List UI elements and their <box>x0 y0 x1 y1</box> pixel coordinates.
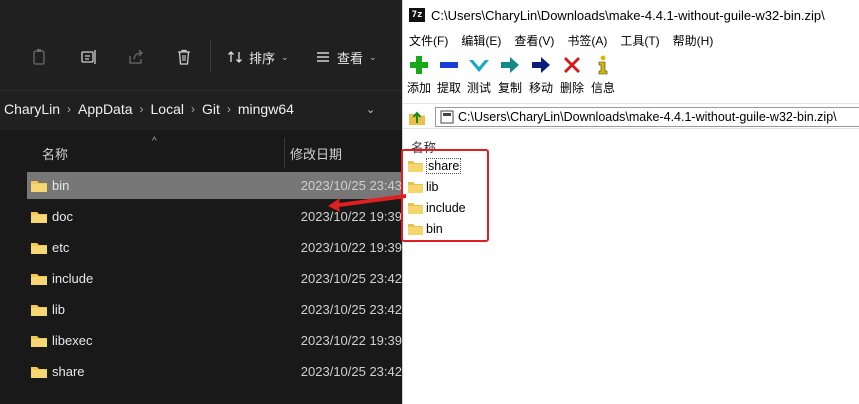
info-icon <box>598 55 608 75</box>
info-label: 信息 <box>590 81 615 95</box>
file-name: libexec <box>52 333 93 348</box>
plus-icon <box>410 56 428 74</box>
column-divider[interactable] <box>284 138 285 168</box>
file-row-etc[interactable]: etc 2023/10/22 19:39 <box>27 234 402 261</box>
copy-button[interactable]: 复制 <box>495 54 525 96</box>
delete-label: 删除 <box>559 81 584 95</box>
delete-button[interactable]: 删除 <box>557 54 587 96</box>
file-name: share <box>52 364 85 379</box>
add-button[interactable]: 添加 <box>404 54 434 96</box>
file-date: 2023/10/25 23:42 <box>300 271 402 286</box>
menu-bar: 文件(F) 编辑(E) 查看(V) 书签(A) 工具(T) 帮助(H) <box>403 30 859 50</box>
sevenzip-title-bar[interactable]: 7z C:\Users\CharyLin\Downloads\make-4.4.… <box>403 0 859 30</box>
path-text: C:\Users\CharyLin\Downloads\make-4.4.1-w… <box>458 110 837 124</box>
sort-icon <box>228 51 242 63</box>
sevenzip-toolbar: 添加 提取 测试 复制 移动 删除 信息 <box>403 54 859 100</box>
breadcrumb-item[interactable]: CharyLin <box>4 101 60 117</box>
path-input[interactable]: C:\Users\CharyLin\Downloads\make-4.4.1-w… <box>435 107 859 127</box>
column-header-name[interactable]: 名称 <box>42 144 68 163</box>
breadcrumb-separator-icon: › <box>226 102 231 116</box>
file-row-libexec[interactable]: libexec 2023/10/22 19:39 <box>27 327 402 354</box>
menu-file[interactable]: 文件(F) <box>409 32 448 49</box>
chevron-down-icon: ⌄ <box>369 51 377 62</box>
annotation-arrow-icon <box>328 194 406 212</box>
folder-icon <box>30 272 48 286</box>
menu-tools[interactable]: 工具(T) <box>620 32 659 49</box>
folder-icon <box>30 241 48 255</box>
minus-icon <box>440 62 458 68</box>
add-label: 添加 <box>406 81 431 95</box>
info-button[interactable]: 信息 <box>588 54 618 96</box>
breadcrumb-item[interactable]: Local <box>151 101 184 117</box>
explorer-command-bar: 排序 ⌄ 查看 ⌄ <box>0 0 402 90</box>
breadcrumb-item[interactable]: AppData <box>78 101 132 117</box>
toolbar-divider <box>210 40 211 72</box>
file-date: 2023/10/25 23:42 <box>300 364 402 379</box>
copy-icon <box>33 49 45 65</box>
folder-icon <box>30 334 48 348</box>
file-name: lib <box>52 302 66 317</box>
menu-bookmarks[interactable]: 书签(A) <box>567 32 607 49</box>
chevron-down-icon: ⌄ <box>281 51 289 62</box>
file-row-lib[interactable]: lib 2023/10/25 23:42 <box>27 296 402 323</box>
copy-arrow-icon <box>501 57 519 73</box>
file-name: bin <box>52 178 70 193</box>
delete-button[interactable] <box>171 44 197 70</box>
file-date: 2023/10/25 23:42 <box>300 302 402 317</box>
folder-icon <box>30 303 48 317</box>
move-label: 移动 <box>528 81 553 95</box>
file-row-include[interactable]: include 2023/10/25 23:42 <box>27 265 402 292</box>
copy-button[interactable] <box>26 44 52 70</box>
breadcrumb-item[interactable]: Git <box>202 101 220 117</box>
file-name: etc <box>52 240 70 255</box>
check-icon <box>469 60 489 72</box>
rename-icon <box>81 50 96 64</box>
folder-icon <box>30 365 48 379</box>
view-label: 查看 <box>337 50 364 66</box>
sort-button[interactable]: 排序 ⌄ <box>227 46 289 68</box>
test-label: 测试 <box>466 81 491 95</box>
breadcrumb-separator-icon: › <box>139 102 144 116</box>
view-icon <box>317 52 329 62</box>
menu-help[interactable]: 帮助(H) <box>673 32 714 49</box>
sort-ascending-icon: ^ <box>152 136 157 147</box>
highlight-box <box>401 149 489 242</box>
x-icon <box>564 57 580 73</box>
trash-icon <box>178 49 190 65</box>
sevenzip-logo-icon: 7z <box>409 8 425 22</box>
extract-button[interactable]: 提取 <box>434 54 464 96</box>
sort-label: 排序 <box>249 50 276 66</box>
menu-view[interactable]: 查看(V) <box>514 32 554 49</box>
breadcrumb-separator-icon: › <box>67 102 72 116</box>
folder-icon <box>30 179 48 193</box>
view-button[interactable]: 查看 ⌄ <box>315 46 377 68</box>
breadcrumb: CharyLin › AppData › Local › Git › mingw… <box>4 101 294 117</box>
menu-edit[interactable]: 编辑(E) <box>461 32 501 49</box>
address-dropdown-icon[interactable]: ⌄ <box>366 103 375 116</box>
share-icon <box>129 49 143 64</box>
folder-icon <box>30 210 48 224</box>
rename-button[interactable] <box>76 44 102 70</box>
screenshot-root: 排序 ⌄ 查看 ⌄ CharyLin › AppData › Local › G… <box>0 0 859 404</box>
file-name: doc <box>52 209 73 224</box>
breadcrumb-separator-icon: › <box>190 102 195 116</box>
test-button[interactable]: 测试 <box>464 54 494 96</box>
share-button[interactable] <box>123 44 149 70</box>
file-date: 2023/10/22 19:39 <box>300 240 402 255</box>
breadcrumb-item[interactable]: mingw64 <box>238 101 294 117</box>
window-title: C:\Users\CharyLin\Downloads\make-4.4.1-w… <box>431 7 825 23</box>
move-button[interactable]: 移动 <box>526 54 556 96</box>
move-arrow-icon <box>532 57 550 73</box>
copy-label: 复制 <box>497 81 522 95</box>
explorer-address-bar[interactable]: CharyLin › AppData › Local › Git › mingw… <box>0 90 402 130</box>
file-name: include <box>52 271 94 286</box>
folder-up-icon[interactable] <box>407 108 427 126</box>
file-date: 2023/10/22 19:39 <box>300 333 402 348</box>
sevenzip-address-bar: C:\Users\CharyLin\Downloads\make-4.4.1-w… <box>403 103 859 129</box>
archive-path-icon <box>440 110 454 124</box>
file-list: ^ 名称 修改日期 bin 2023/10/25 23:43 doc 2023/… <box>0 130 402 404</box>
extract-label: 提取 <box>436 81 461 95</box>
file-row-share[interactable]: share 2023/10/25 23:42 <box>27 358 402 385</box>
column-header-modified[interactable]: 修改日期 <box>290 144 342 163</box>
